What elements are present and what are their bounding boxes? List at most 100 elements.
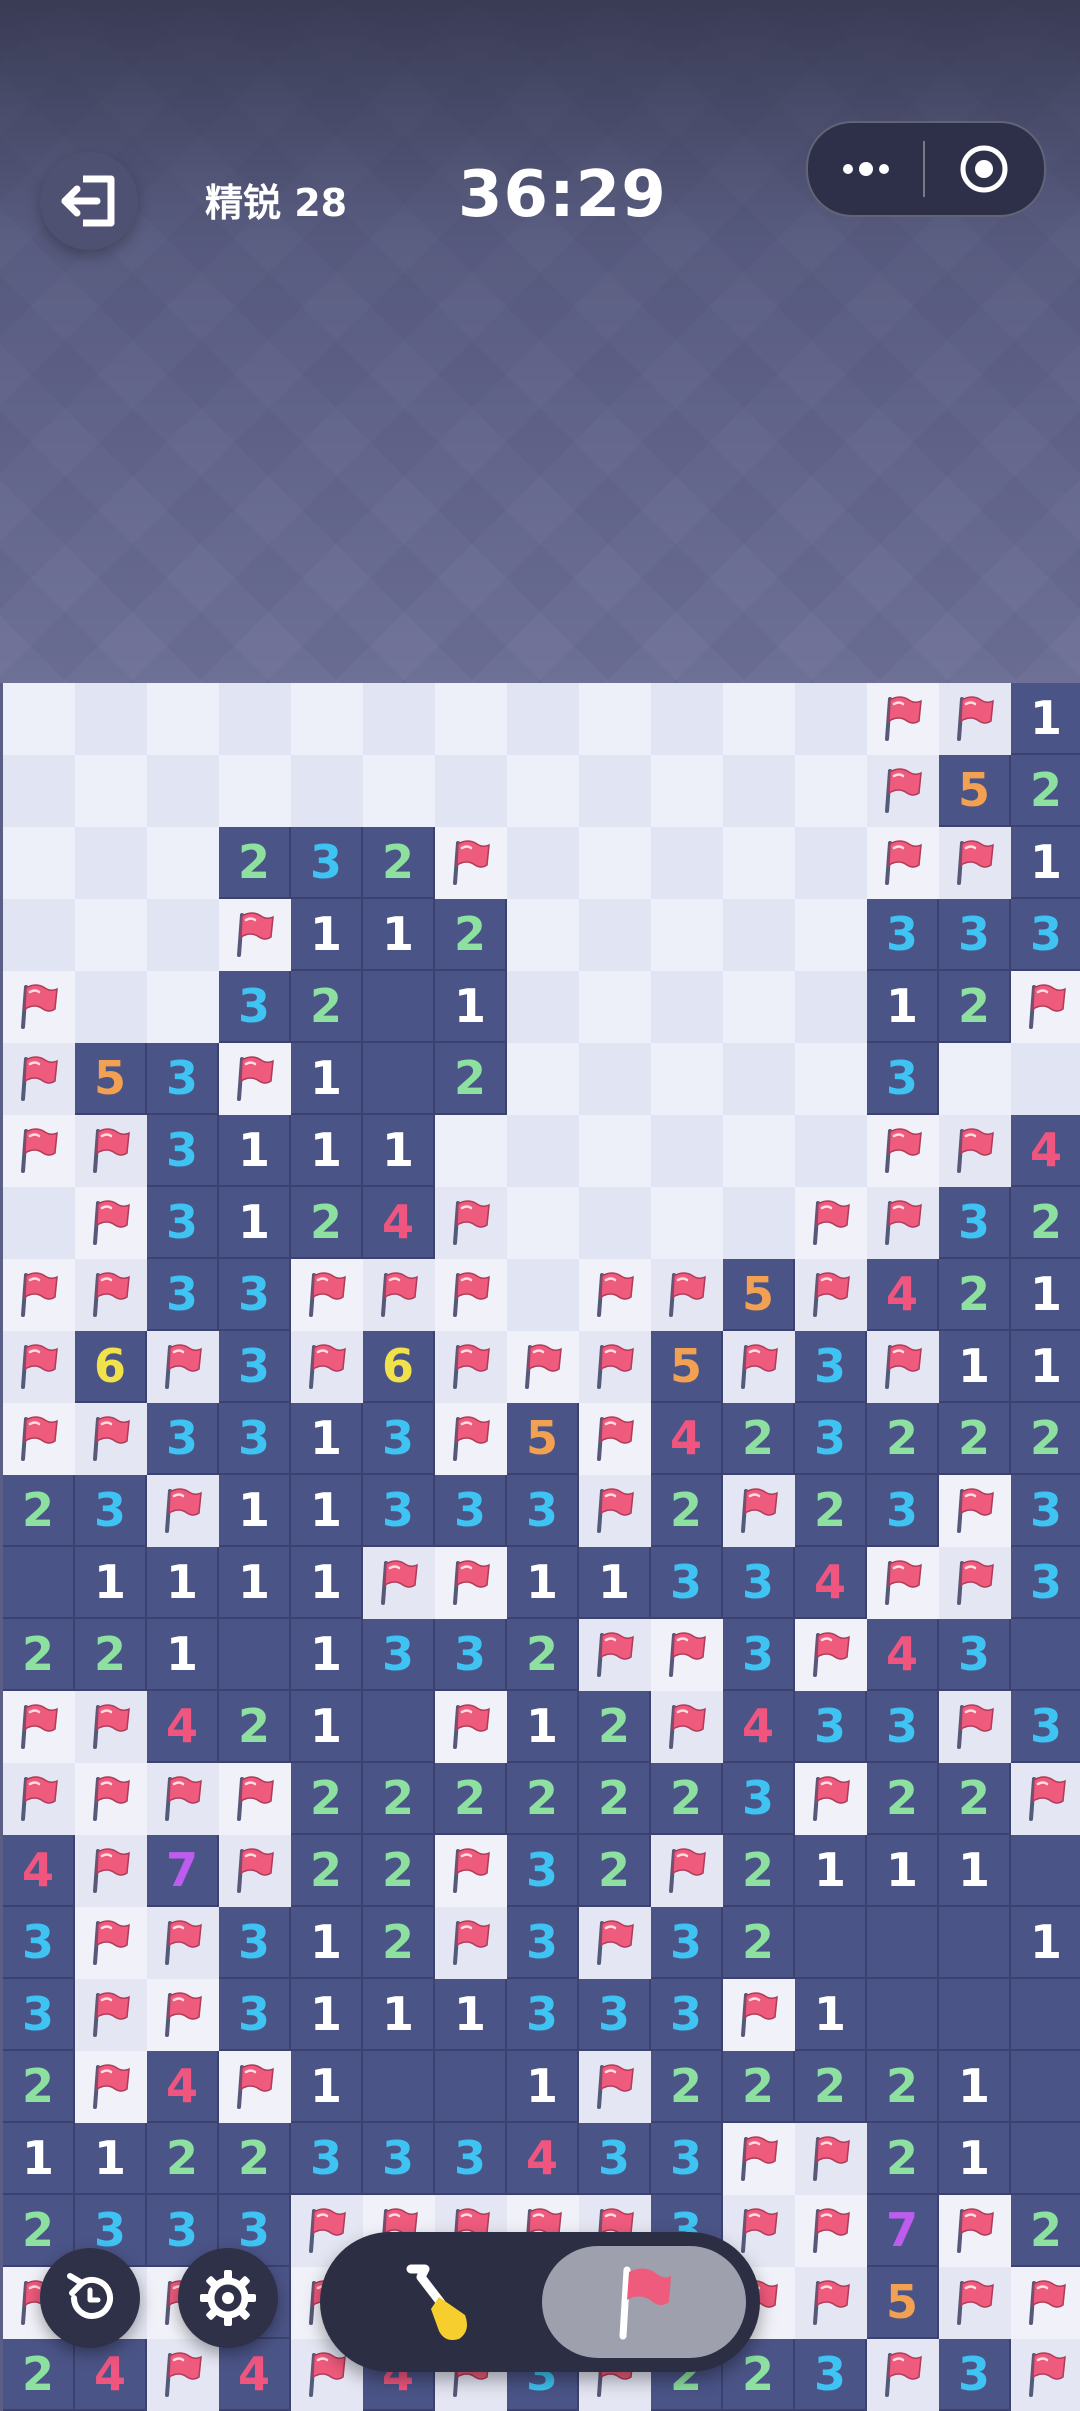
number-cell[interactable]: 6 bbox=[363, 1331, 435, 1403]
flagged-cell[interactable] bbox=[579, 1907, 651, 1979]
flagged-cell[interactable] bbox=[75, 1835, 147, 1907]
hidden-cell[interactable] bbox=[1011, 1043, 1080, 1115]
hidden-cell[interactable] bbox=[579, 827, 651, 899]
hidden-cell[interactable] bbox=[3, 827, 75, 899]
flagged-cell[interactable] bbox=[3, 971, 75, 1043]
number-cell[interactable]: 4 bbox=[147, 2051, 219, 2123]
hidden-cell[interactable] bbox=[435, 755, 507, 827]
hidden-cell[interactable] bbox=[507, 899, 579, 971]
flagged-cell[interactable] bbox=[435, 1835, 507, 1907]
flagged-cell[interactable] bbox=[75, 1115, 147, 1187]
flagged-cell[interactable] bbox=[219, 1763, 291, 1835]
number-cell[interactable]: 4 bbox=[1011, 1115, 1080, 1187]
flagged-cell[interactable] bbox=[939, 1475, 1011, 1547]
hidden-cell[interactable] bbox=[795, 899, 867, 971]
flagged-cell[interactable] bbox=[867, 827, 939, 899]
open-empty-cell[interactable] bbox=[1011, 1979, 1080, 2051]
flagged-cell[interactable] bbox=[435, 827, 507, 899]
hidden-cell[interactable] bbox=[795, 971, 867, 1043]
flagged-cell[interactable] bbox=[579, 1475, 651, 1547]
flagged-cell[interactable] bbox=[3, 1331, 75, 1403]
number-cell[interactable]: 1 bbox=[795, 1979, 867, 2051]
number-cell[interactable]: 1 bbox=[867, 971, 939, 1043]
number-cell[interactable]: 2 bbox=[795, 1475, 867, 1547]
number-cell[interactable]: 2 bbox=[651, 1475, 723, 1547]
hidden-cell[interactable] bbox=[939, 1043, 1011, 1115]
number-cell[interactable]: 3 bbox=[939, 899, 1011, 971]
number-cell[interactable]: 1 bbox=[147, 1619, 219, 1691]
number-cell[interactable]: 7 bbox=[147, 1835, 219, 1907]
flagged-cell[interactable] bbox=[795, 1763, 867, 1835]
hidden-cell[interactable] bbox=[75, 971, 147, 1043]
hidden-cell[interactable] bbox=[507, 1259, 579, 1331]
number-cell[interactable]: 2 bbox=[3, 1619, 75, 1691]
open-empty-cell[interactable] bbox=[795, 1907, 867, 1979]
flagged-cell[interactable] bbox=[75, 1907, 147, 1979]
number-cell[interactable]: 5 bbox=[651, 1331, 723, 1403]
flagged-cell[interactable] bbox=[3, 1403, 75, 1475]
hidden-cell[interactable] bbox=[3, 899, 75, 971]
flagged-cell[interactable] bbox=[723, 2123, 795, 2195]
flagged-cell[interactable] bbox=[147, 1475, 219, 1547]
number-cell[interactable]: 4 bbox=[219, 2339, 291, 2411]
number-cell[interactable]: 1 bbox=[291, 1907, 363, 1979]
number-cell[interactable]: 3 bbox=[795, 2339, 867, 2411]
flagged-cell[interactable] bbox=[579, 1619, 651, 1691]
flagged-cell[interactable] bbox=[147, 2339, 219, 2411]
number-cell[interactable]: 3 bbox=[579, 1979, 651, 2051]
hidden-cell[interactable] bbox=[651, 971, 723, 1043]
flagged-cell[interactable] bbox=[651, 1835, 723, 1907]
number-cell[interactable]: 2 bbox=[939, 971, 1011, 1043]
open-empty-cell[interactable] bbox=[1011, 1835, 1080, 1907]
hidden-cell[interactable] bbox=[75, 683, 147, 755]
number-cell[interactable]: 5 bbox=[867, 2267, 939, 2339]
number-cell[interactable]: 1 bbox=[219, 1115, 291, 1187]
number-cell[interactable]: 1 bbox=[291, 1547, 363, 1619]
number-cell[interactable]: 3 bbox=[867, 1043, 939, 1115]
number-cell[interactable]: 5 bbox=[723, 1259, 795, 1331]
number-cell[interactable]: 2 bbox=[147, 2123, 219, 2195]
number-cell[interactable]: 4 bbox=[867, 1259, 939, 1331]
number-cell[interactable]: 2 bbox=[939, 1763, 1011, 1835]
number-cell[interactable]: 3 bbox=[507, 1979, 579, 2051]
number-cell[interactable]: 3 bbox=[651, 1979, 723, 2051]
flag-tool-button[interactable] bbox=[542, 2246, 746, 2358]
hidden-cell[interactable] bbox=[507, 683, 579, 755]
close-button[interactable] bbox=[958, 143, 1010, 199]
number-cell[interactable]: 2 bbox=[939, 1403, 1011, 1475]
flagged-cell[interactable] bbox=[651, 1619, 723, 1691]
flagged-cell[interactable] bbox=[1011, 2339, 1080, 2411]
number-cell[interactable]: 2 bbox=[219, 827, 291, 899]
open-empty-cell[interactable] bbox=[1011, 2051, 1080, 2123]
flagged-cell[interactable] bbox=[435, 1691, 507, 1763]
flagged-cell[interactable] bbox=[795, 2195, 867, 2267]
number-cell[interactable]: 1 bbox=[363, 899, 435, 971]
flagged-cell[interactable] bbox=[579, 1403, 651, 1475]
hidden-cell[interactable] bbox=[147, 683, 219, 755]
number-cell[interactable]: 2 bbox=[939, 1259, 1011, 1331]
flagged-cell[interactable] bbox=[219, 899, 291, 971]
flagged-cell[interactable] bbox=[867, 1115, 939, 1187]
number-cell[interactable]: 3 bbox=[147, 1187, 219, 1259]
hidden-cell[interactable] bbox=[579, 755, 651, 827]
number-cell[interactable]: 4 bbox=[651, 1403, 723, 1475]
number-cell[interactable]: 3 bbox=[795, 1403, 867, 1475]
number-cell[interactable]: 1 bbox=[1011, 1331, 1080, 1403]
open-empty-cell[interactable] bbox=[1011, 1619, 1080, 1691]
hidden-cell[interactable] bbox=[795, 827, 867, 899]
hidden-cell[interactable] bbox=[723, 683, 795, 755]
number-cell[interactable]: 3 bbox=[363, 1403, 435, 1475]
hidden-cell[interactable] bbox=[507, 755, 579, 827]
open-empty-cell[interactable] bbox=[363, 971, 435, 1043]
number-cell[interactable]: 2 bbox=[867, 1763, 939, 1835]
number-cell[interactable]: 2 bbox=[291, 971, 363, 1043]
number-cell[interactable]: 4 bbox=[507, 2123, 579, 2195]
number-cell[interactable]: 2 bbox=[651, 2051, 723, 2123]
number-cell[interactable]: 2 bbox=[291, 1187, 363, 1259]
flagged-cell[interactable] bbox=[723, 1979, 795, 2051]
open-empty-cell[interactable] bbox=[1011, 2123, 1080, 2195]
flagged-cell[interactable] bbox=[795, 1187, 867, 1259]
number-cell[interactable]: 3 bbox=[1011, 1475, 1080, 1547]
number-cell[interactable]: 3 bbox=[795, 1691, 867, 1763]
flagged-cell[interactable] bbox=[795, 1619, 867, 1691]
